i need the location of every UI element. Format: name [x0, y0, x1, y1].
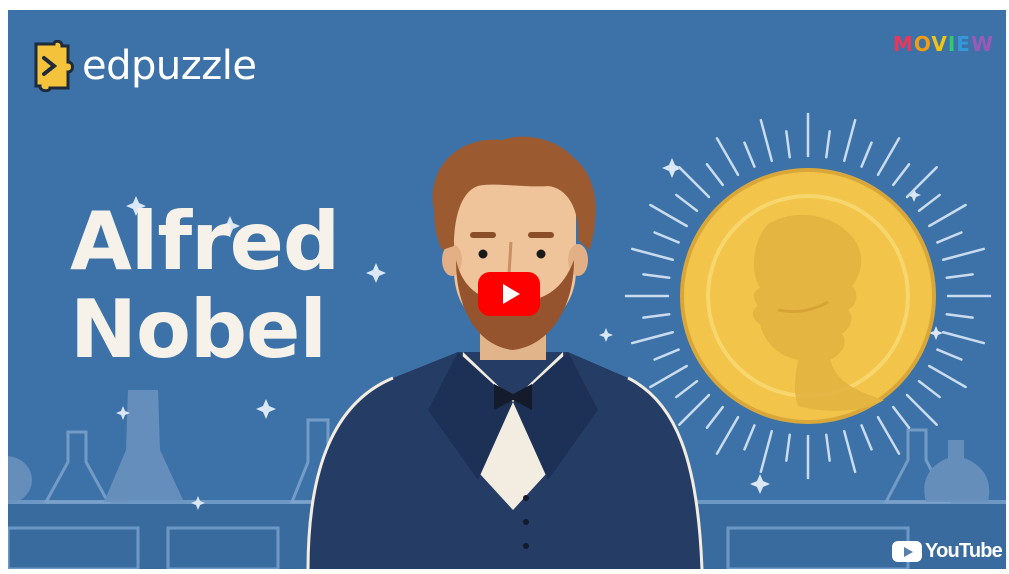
brand-letter: E — [956, 32, 971, 56]
edpuzzle-wordmark: edpuzzle — [82, 43, 257, 89]
brand-letter: W — [970, 32, 994, 56]
youtube-watermark[interactable]: YouTube — [892, 540, 1003, 563]
video-player[interactable]: edpuzzle Alfred Nobel MOVIEW YouTube — [8, 10, 1006, 569]
youtube-icon — [892, 541, 923, 562]
nobel-medal — [680, 168, 936, 424]
brand-letter: O — [913, 32, 932, 56]
video-title: Alfred Nobel — [70, 195, 340, 376]
play-icon — [502, 284, 520, 304]
brand-letter: M — [892, 32, 914, 56]
edpuzzle-logo[interactable]: edpuzzle — [28, 40, 257, 92]
play-button[interactable] — [478, 272, 540, 316]
youtube-label: YouTube — [925, 540, 1003, 562]
title-line-1: Alfred — [70, 195, 340, 288]
brand-letter: I — [947, 32, 957, 56]
brand-letter: V — [931, 32, 948, 56]
title-line-2: Nobel — [70, 283, 327, 376]
moview-brand-logo: MOVIEW — [893, 32, 994, 56]
edpuzzle-puzzle-icon — [34, 40, 74, 92]
